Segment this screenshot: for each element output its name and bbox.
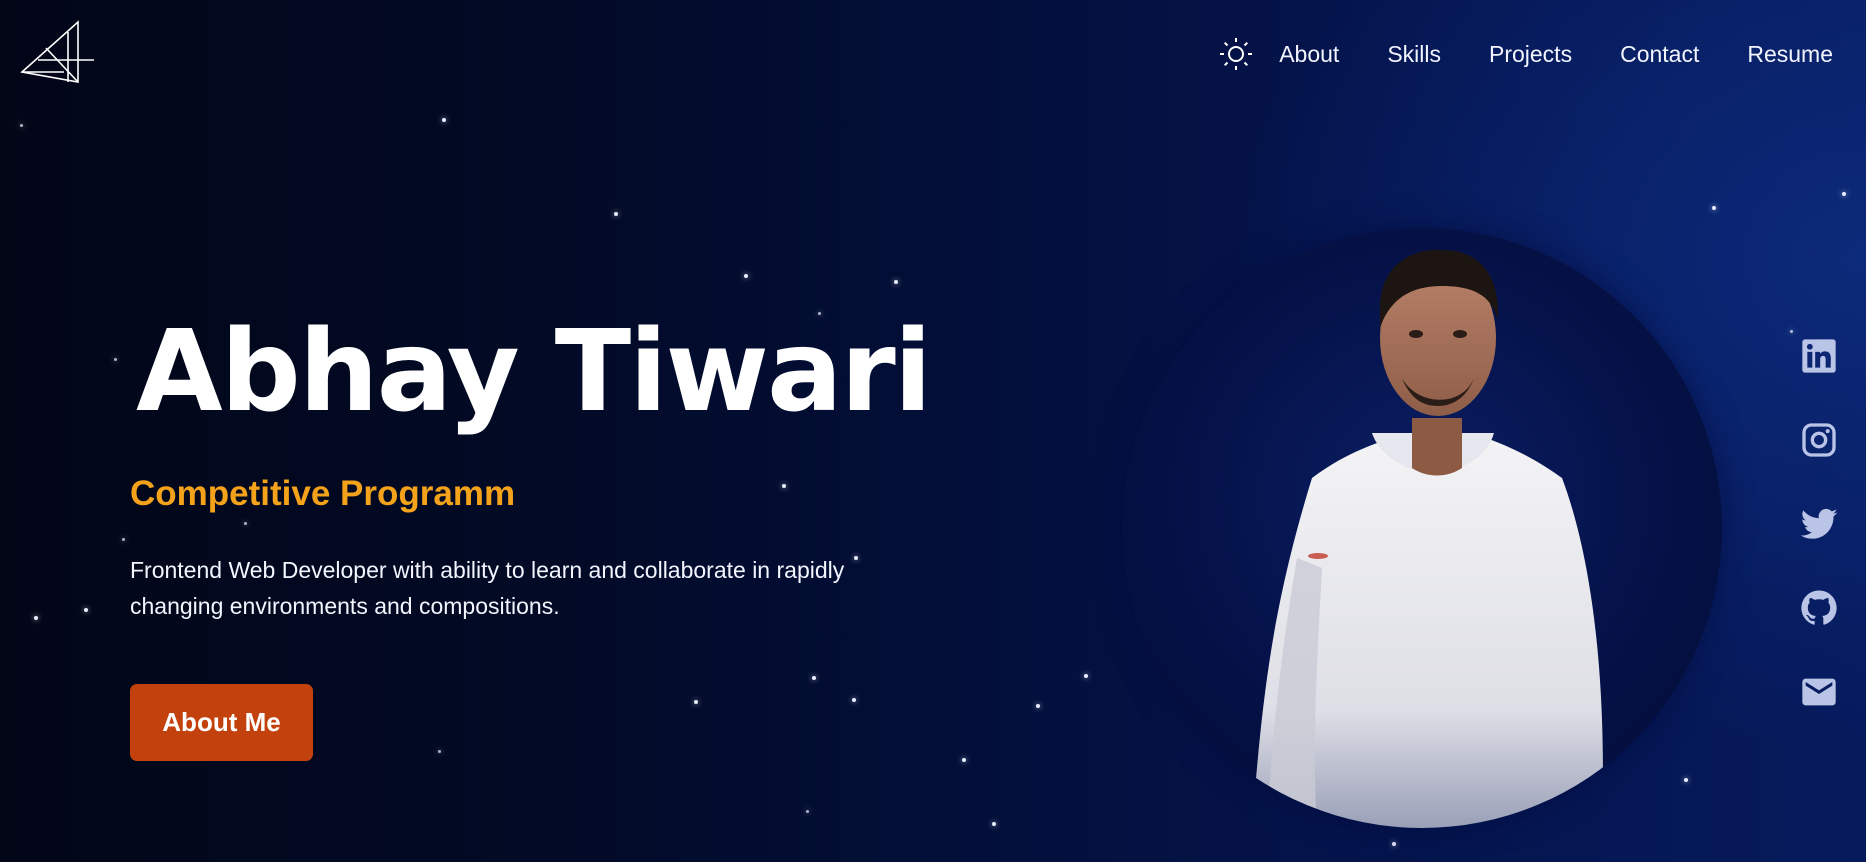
sun-icon[interactable]: [1218, 36, 1254, 72]
nav-contact[interactable]: Contact: [1620, 41, 1699, 68]
instagram-icon[interactable]: [1798, 419, 1840, 461]
hero-name: Abhay Tiwari: [136, 307, 932, 437]
nav-projects[interactable]: Projects: [1489, 41, 1572, 68]
about-me-button[interactable]: About Me: [130, 684, 313, 761]
twitter-icon[interactable]: [1798, 503, 1840, 545]
github-icon[interactable]: [1798, 587, 1840, 629]
profile-portrait: [1122, 228, 1722, 828]
nav-resume[interactable]: Resume: [1747, 41, 1833, 68]
social-links: [1798, 335, 1840, 713]
monogram-logo-icon[interactable]: [20, 20, 94, 86]
linkedin-icon[interactable]: [1798, 335, 1840, 377]
hero-role-typing: Competitive Programm: [130, 474, 516, 513]
mail-icon[interactable]: [1798, 671, 1840, 713]
nav-skills[interactable]: Skills: [1387, 41, 1441, 68]
hero-description: Frontend Web Developer with ability to l…: [130, 557, 845, 619]
top-navigation: About Skills Projects Contact Resume: [1218, 36, 1833, 72]
nav-about[interactable]: About: [1279, 41, 1339, 68]
